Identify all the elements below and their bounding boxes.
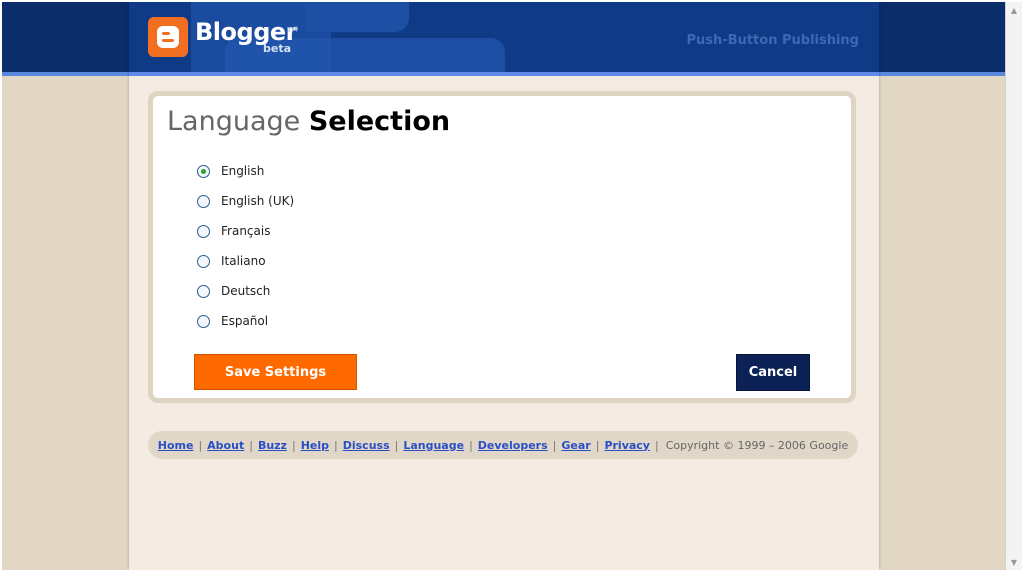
page-title-light: Language xyxy=(167,106,301,137)
language-radio-list: English English (UK) Français Italiano D… xyxy=(197,156,294,336)
save-settings-button[interactable]: Save Settings xyxy=(194,354,357,390)
page-column: Blogger TM beta Push-Button Publishing L… xyxy=(129,2,879,570)
blogger-logo-icon[interactable] xyxy=(148,17,188,57)
vertical-scrollbar[interactable]: ▲ ▼ xyxy=(1005,2,1022,570)
language-label: Italiano xyxy=(221,254,266,268)
radio-button[interactable] xyxy=(197,254,210,268)
language-label: Español xyxy=(221,314,269,328)
footer-separator: | xyxy=(394,438,399,452)
footer-bar: Home | About | Buzz | Help | Discuss | Langua… xyxy=(148,431,858,459)
beta-label: beta xyxy=(263,42,292,55)
language-option[interactable]: English xyxy=(197,156,294,186)
language-option[interactable]: Español xyxy=(197,306,294,336)
language-label: English xyxy=(221,164,265,178)
footer-separator: | xyxy=(291,438,296,452)
language-option[interactable]: Français xyxy=(197,216,294,246)
radio-button[interactable] xyxy=(197,224,210,238)
language-selection-panel: Language Selection English English (UK) … xyxy=(148,91,856,403)
footer-link-language[interactable]: Language xyxy=(403,439,464,452)
footer-link-privacy[interactable]: Privacy xyxy=(604,439,650,452)
radio-button[interactable] xyxy=(197,284,210,298)
footer-separator: | xyxy=(334,438,338,452)
footer-link-help[interactable]: Help xyxy=(301,439,329,452)
page-title: Language Selection xyxy=(167,106,450,137)
language-option[interactable]: English (UK) xyxy=(197,186,294,216)
footer-separator: | xyxy=(654,438,659,452)
footer-link-gear[interactable]: Gear xyxy=(561,439,590,452)
blogger-header: Blogger TM beta Push-Button Publishing xyxy=(129,2,879,72)
footer-link-discuss[interactable]: Discuss xyxy=(343,439,390,452)
footer-separator: | xyxy=(595,438,600,452)
scroll-down-arrow-icon[interactable]: ▼ xyxy=(1006,554,1022,570)
header-decoration xyxy=(305,2,409,32)
language-option[interactable]: Italiano xyxy=(197,246,294,276)
language-label: English (UK) xyxy=(221,194,295,208)
copyright-text: Copyright © 1999 – 2006 Google xyxy=(665,438,849,452)
cancel-button[interactable]: Cancel xyxy=(736,354,810,391)
radio-button[interactable] xyxy=(197,314,210,328)
page-title-bold: Selection xyxy=(308,106,451,137)
language-option[interactable]: Deutsch xyxy=(197,276,294,306)
footer-link-buzz[interactable]: Buzz xyxy=(258,439,287,452)
browser-viewport: Blogger TM beta Push-Button Publishing L… xyxy=(2,2,1005,570)
scroll-up-arrow-icon[interactable]: ▲ xyxy=(1006,2,1022,18)
tagline: Push-Button Publishing xyxy=(686,33,860,48)
language-label: Deutsch xyxy=(221,284,271,298)
footer-separator: | xyxy=(552,438,557,452)
language-label: Français xyxy=(221,224,271,238)
radio-button[interactable] xyxy=(197,194,210,208)
footer-separator: | xyxy=(249,438,253,452)
radio-button-checked[interactable] xyxy=(197,164,210,178)
header-underline xyxy=(129,72,879,76)
footer-link-developers[interactable]: Developers xyxy=(478,439,548,452)
footer-link-home[interactable]: Home xyxy=(158,439,194,452)
footer-link-about[interactable]: About xyxy=(207,439,244,452)
footer-separator: | xyxy=(198,438,203,452)
footer-separator: | xyxy=(469,438,473,452)
trademark-mark: TM xyxy=(287,26,298,34)
